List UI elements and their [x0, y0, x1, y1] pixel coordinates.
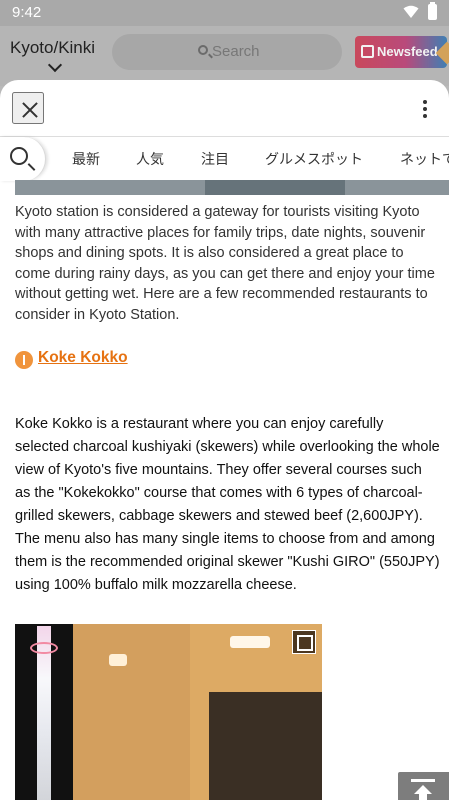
tab-online[interactable]: ネットで	[400, 149, 449, 169]
kyoto-tower-lights	[30, 642, 58, 654]
more-vert-icon	[423, 107, 427, 111]
close-button[interactable]	[12, 92, 44, 124]
article-sheet: 最新 人気 注目 グルメスポット ネットで Kyoto station is c…	[0, 80, 449, 800]
restaurant-name[interactable]: Koke Kokko	[38, 349, 128, 367]
tab-featured[interactable]: 注目	[201, 149, 229, 169]
scroll-to-top-icon	[411, 779, 435, 800]
search-placeholder: Search	[212, 43, 260, 60]
expand-icon[interactable]	[292, 630, 316, 654]
search-icon-handle	[27, 163, 36, 171]
tab-latest[interactable]: 最新	[72, 149, 100, 169]
photo-window	[209, 692, 322, 800]
category-tabs: 最新 人気 注目 グルメスポット ネットで	[0, 136, 449, 181]
intro-paragraph: Kyoto station is considered a gateway fo…	[15, 204, 435, 323]
status-bar: 9:42	[0, 0, 449, 26]
wifi-icon	[403, 5, 419, 18]
chevron-down-icon[interactable]	[47, 57, 63, 73]
search-icon	[10, 147, 28, 165]
background-app-header: Kyoto/Kinki Search Newsfeed	[0, 26, 449, 86]
newspaper-icon	[361, 45, 374, 58]
more-vert-icon	[423, 100, 427, 104]
restaurant-link[interactable]: Koke Kokko	[15, 349, 215, 371]
photo-ceiling-light	[109, 654, 127, 666]
restaurant-photo	[15, 624, 322, 800]
search-tab[interactable]	[0, 137, 46, 181]
article-image-top	[15, 180, 449, 195]
restaurant-description: Koke Kokko is a restaurant where you can…	[15, 416, 440, 593]
tab-gourmet-spots[interactable]: グルメスポット	[265, 149, 363, 169]
newsfeed-button[interactable]: Newsfeed	[355, 36, 449, 68]
status-time: 9:42	[12, 4, 42, 21]
scroll-to-top-button[interactable]	[398, 772, 449, 800]
more-options-button[interactable]	[411, 92, 439, 124]
battery-icon	[428, 2, 437, 20]
photo-restaurant-wall	[73, 624, 190, 800]
article-content: Kyoto station is considered a gateway fo…	[0, 180, 449, 800]
restaurant-icon	[15, 351, 33, 369]
background-search-bar[interactable]: Search	[112, 34, 342, 70]
more-vert-icon	[423, 114, 427, 118]
newsfeed-label: Newsfeed	[377, 44, 438, 59]
region-selector[interactable]: Kyoto/Kinki	[10, 38, 95, 58]
photo-ceiling-light	[230, 636, 270, 648]
tab-popular[interactable]: 人気	[136, 149, 164, 169]
search-icon	[198, 45, 208, 55]
